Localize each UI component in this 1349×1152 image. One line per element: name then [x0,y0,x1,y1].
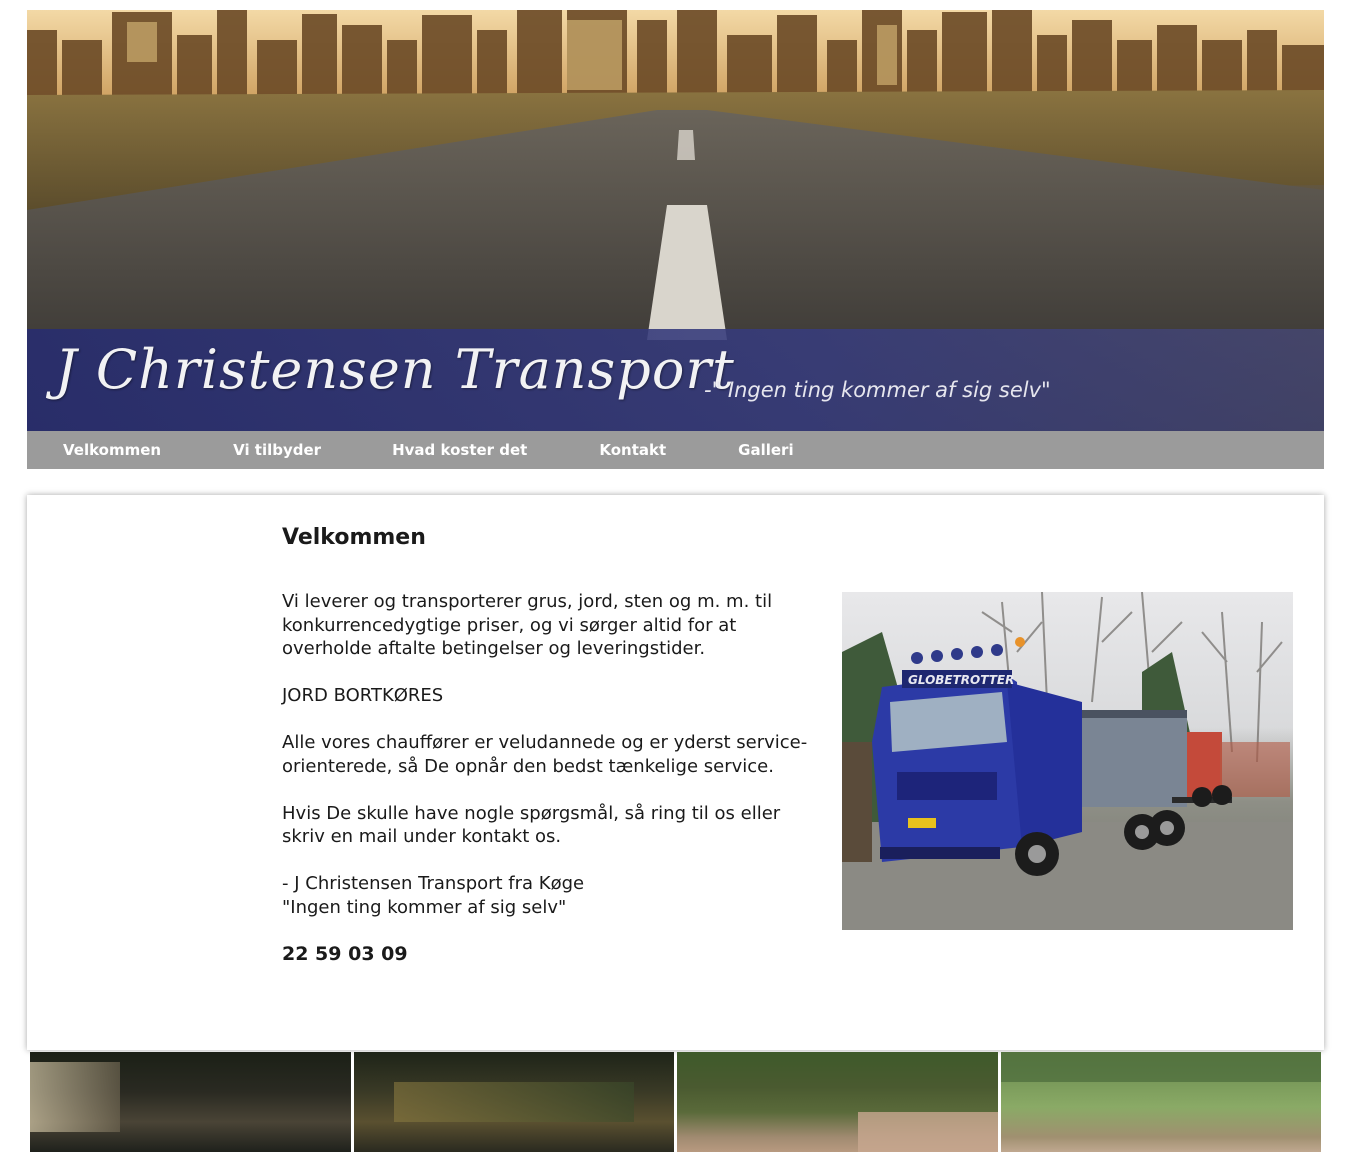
site-slogan: -" Ingen ting kommer af sig selv" [704,378,1051,402]
nav-item-galleri[interactable]: Galleri [738,441,793,459]
gallery-thumbnail[interactable] [30,1052,351,1152]
signature-line-1: - J Christensen Transport fra Køge [282,873,585,894]
intro-text: Vi leverer og transporterer grus, jord, … [282,591,773,659]
notice-text: JORD BORTKØRES [282,685,444,706]
page-title: Velkommen [282,525,426,550]
gallery-strip [30,1052,1321,1152]
truck-photo: GLOBETROTTER [842,592,1293,930]
phone-number: 22 59 03 09 [282,942,408,965]
contact-text: Hvis De skulle have nogle spørgsmål, så … [282,802,781,848]
content-card: Velkommen Vi leverer og transporterer gr… [27,495,1324,1050]
main-content: Velkommen Vi leverer og transporterer gr… [282,525,822,966]
gallery-thumbnail[interactable] [353,1052,674,1152]
nav-item-velkommen[interactable]: Velkommen [63,441,161,459]
nav-item-vi-tilbyder[interactable]: Vi tilbyder [233,441,321,459]
nav-item-hvad-koster-det[interactable]: Hvad koster det [392,441,527,459]
site-wrapper: J Christensen Transport -" Ingen ting ko… [27,10,1324,469]
header-banner: J Christensen Transport -" Ingen ting ko… [27,10,1324,431]
truck-cab-text: GLOBETROTTER [908,673,1014,687]
signature-line-2: "Ingen ting kommer af sig selv" [282,896,567,918]
nav-item-kontakt[interactable]: Kontakt [599,441,666,459]
main-nav: Velkommen Vi tilbyder Hvad koster det Ko… [27,431,1324,469]
gallery-thumbnail[interactable] [677,1052,998,1152]
gallery-thumbnail[interactable] [1000,1052,1321,1152]
site-logo[interactable]: J Christensen Transport [55,338,735,401]
staff-text: Alle vores chauffører er veludannede og … [282,732,808,777]
